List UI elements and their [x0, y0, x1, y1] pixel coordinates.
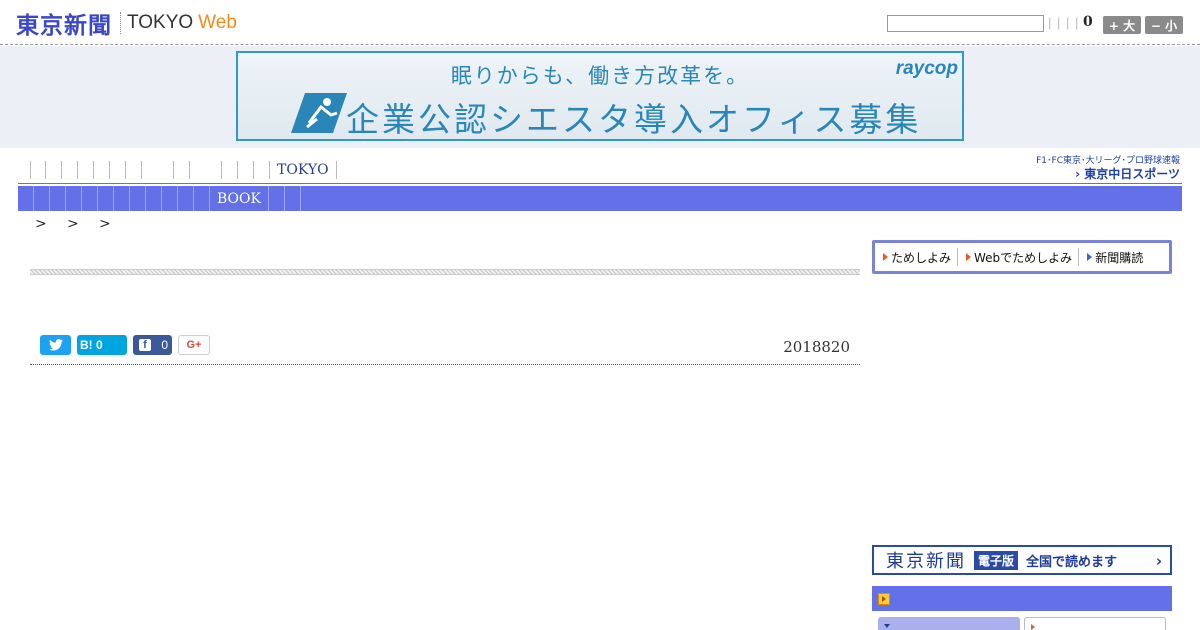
ad-headline: 眠りからも、働き方改革を。 — [450, 64, 750, 88]
lounge-chair-icon — [291, 93, 347, 133]
facebook-share-button[interactable]: f 0 — [133, 335, 172, 355]
category-nav-item-book[interactable]: BOOK — [210, 186, 269, 211]
top-nav-item[interactable] — [94, 161, 110, 179]
trial-reading-link[interactable]: ためしよみ — [875, 248, 957, 266]
category-nav-item[interactable] — [130, 186, 146, 211]
ad-banner[interactable]: 眠りからも、働き方改革を。 企業公認シエスタ導入オフィス募集 raycop — [236, 51, 964, 141]
digital-edition-banner[interactable]: 東京新聞 電子版 全国で読めます › — [872, 545, 1172, 575]
web-trial-reading-label: Webでためしよみ — [974, 250, 1073, 265]
top-nav-item[interactable] — [78, 161, 94, 179]
category-nav-item[interactable] — [114, 186, 130, 211]
top-nav-item[interactable] — [222, 161, 238, 179]
category-nav-item[interactable] — [162, 186, 178, 211]
category-nav-item[interactable] — [178, 186, 194, 211]
breadcrumb-separator: > — [67, 216, 79, 232]
category-nav-bar: BOOK — [18, 186, 1182, 211]
top-nav-item[interactable] — [126, 161, 142, 179]
breadcrumb: > > > — [35, 216, 131, 232]
top-nav-item[interactable] — [190, 161, 222, 179]
article-date: 2018820 — [783, 338, 850, 356]
top-nav-divider — [18, 183, 1182, 184]
arrow-right-icon — [1087, 253, 1093, 261]
arrow-right-icon — [883, 253, 888, 261]
header-link-separators: | | | | — [1048, 15, 1080, 30]
header-counter: 0 — [1083, 14, 1093, 30]
web-trial-reading-link[interactable]: Webでためしよみ — [957, 248, 1078, 266]
logo-tokyo-text: TOKYO — [127, 12, 194, 33]
trial-reading-box: ためしよみ Webでためしよみ 新聞購読 — [872, 240, 1172, 274]
top-nav-item[interactable] — [46, 161, 62, 179]
category-nav-item[interactable] — [66, 186, 82, 211]
twitter-share-button[interactable] — [40, 335, 71, 355]
category-nav-item[interactable] — [269, 186, 285, 211]
article-title-rule — [30, 269, 860, 275]
article-divider — [30, 364, 860, 365]
sidebar-box-header — [872, 586, 1172, 611]
site-logo[interactable]: 東京新聞 TOKYO Web — [16, 9, 237, 39]
top-nav-item[interactable] — [142, 161, 174, 179]
category-nav-item[interactable] — [34, 186, 50, 211]
digital-edition-badge: 電子版 — [974, 550, 1019, 570]
share-buttons: B! 0 f 0 G+ — [40, 335, 210, 355]
category-nav-item[interactable] — [18, 186, 34, 211]
category-nav-item[interactable] — [194, 186, 210, 211]
logo-web-text: Web — [198, 12, 237, 33]
site-header: 東京新聞 TOKYO Web | | | | 0 + 大 − 小 — [0, 0, 1200, 45]
logo-divider — [120, 12, 121, 34]
facebook-icon: f — [139, 339, 151, 351]
twitter-bird-icon — [48, 339, 63, 351]
google-plus-share-button[interactable]: G+ — [178, 335, 210, 355]
search-input[interactable] — [887, 15, 1044, 32]
breadcrumb-separator: > — [35, 216, 47, 232]
top-nav-item[interactable] — [110, 161, 126, 179]
arrow-right-icon — [966, 253, 972, 261]
digital-edition-logo: 東京新聞 — [886, 551, 966, 572]
hatena-bookmark-button[interactable]: B! 0 — [77, 335, 127, 355]
play-square-icon — [878, 593, 890, 605]
chunichi-sports-link[interactable]: F1･FC東京･大リーグ･プロ野球速報 › 東京中日スポーツ — [1022, 153, 1180, 181]
chunichi-sports-name: › 東京中日スポーツ — [1075, 167, 1180, 181]
subscribe-link[interactable]: 新聞購読 — [1078, 248, 1149, 266]
category-nav-item[interactable] — [82, 186, 98, 211]
category-nav-item[interactable] — [98, 186, 114, 211]
trial-reading-label: ためしよみ — [891, 250, 952, 265]
top-nav-item[interactable] — [238, 161, 254, 179]
facebook-share-count: 0 — [161, 338, 168, 352]
sidebar-tab-active[interactable] — [878, 617, 1020, 630]
logo-tokyo-shimbun: 東京新聞 — [16, 13, 112, 39]
top-nav: TOKYO — [30, 158, 337, 182]
chevron-right-icon: › — [1155, 552, 1162, 570]
category-nav-item[interactable] — [50, 186, 66, 211]
font-size-down-button[interactable]: − 小 — [1145, 16, 1183, 34]
sidebar-tab[interactable] — [1024, 617, 1166, 630]
top-nav-item[interactable] — [30, 161, 46, 179]
breadcrumb-separator: > — [99, 216, 111, 232]
category-nav-item[interactable] — [285, 186, 301, 211]
top-nav-item-tokyo[interactable]: TOKYO — [270, 161, 337, 179]
font-size-up-button[interactable]: + 大 — [1103, 16, 1141, 34]
category-nav-item[interactable] — [146, 186, 162, 211]
subscribe-label: 新聞購読 — [1095, 250, 1144, 265]
digital-edition-text: 全国で読めます — [1026, 554, 1118, 570]
top-nav-item[interactable] — [174, 161, 190, 179]
ad-subheadline: 企業公認シエスタ導入オフィス募集 — [346, 100, 922, 139]
top-nav-item[interactable] — [254, 161, 270, 179]
top-nav-item[interactable] — [62, 161, 78, 179]
ad-brand-logo: raycop — [895, 58, 958, 79]
